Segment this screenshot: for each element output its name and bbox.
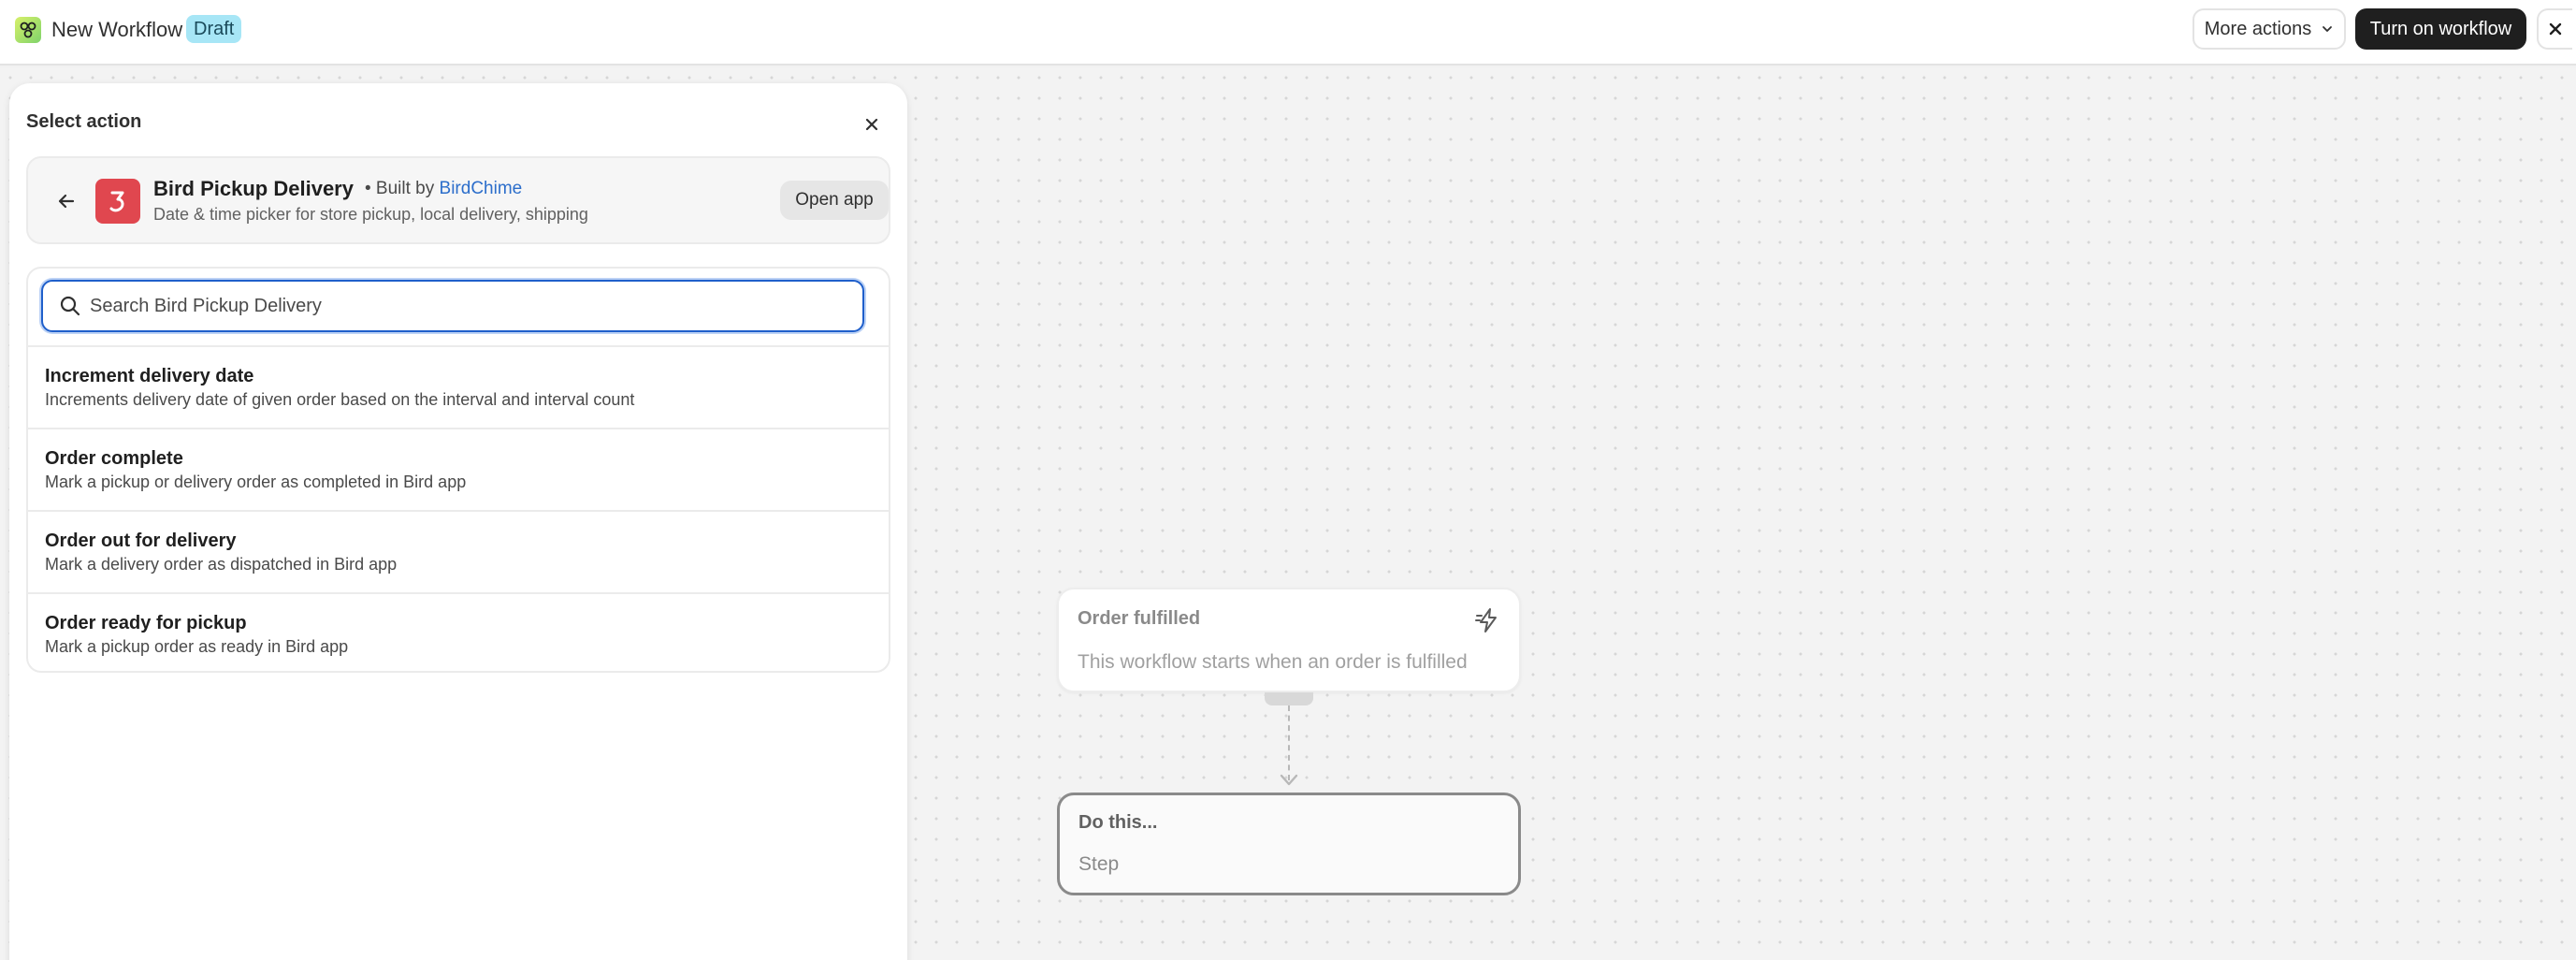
chevron-down-icon <box>2323 26 2333 32</box>
more-actions-label: More actions <box>2204 18 2312 39</box>
action-name: Order complete <box>45 448 183 469</box>
arrow-down-icon <box>1280 774 1298 786</box>
step-subtitle: Step <box>1078 853 1120 875</box>
built-by: • Built by BirdChime <box>365 179 522 199</box>
bird-app-logo <box>95 179 140 224</box>
action-description: Mark a pickup or delivery order as compl… <box>45 473 467 491</box>
list-item[interactable]: Order ready for pickup Mark a pickup ord… <box>28 592 889 671</box>
app-name: Bird Pickup Delivery <box>153 177 354 200</box>
action-name: Order out for delivery <box>45 531 237 551</box>
actions-list: Increment delivery date Increments deliv… <box>26 267 890 673</box>
more-actions-button[interactable]: More actions <box>2192 8 2346 50</box>
arrow-left-icon <box>58 194 75 209</box>
workflow-title[interactable]: New Workflow <box>51 17 182 43</box>
close-icon <box>865 118 878 131</box>
status-badge: Draft <box>186 15 242 43</box>
panel-close-button[interactable] <box>861 113 883 136</box>
action-description: Mark a delivery order as dispatched in B… <box>45 555 398 574</box>
connector-handle[interactable] <box>1265 692 1313 705</box>
trigger-node[interactable]: Order fulfilled This workflow starts whe… <box>1057 588 1521 692</box>
action-description: Increments delivery date of given order … <box>45 390 635 409</box>
bolt-icon <box>1475 608 1497 633</box>
list-item[interactable]: Order out for delivery Mark a delivery o… <box>28 510 889 592</box>
back-button[interactable] <box>54 189 79 213</box>
connector-line <box>1288 705 1290 780</box>
step-node[interactable]: Do this... Step <box>1057 793 1521 895</box>
search-box[interactable] <box>41 280 864 332</box>
select-action-panel: Select action Bird Pickup Delivery • Bui… <box>9 83 907 960</box>
close-icon <box>2549 22 2562 36</box>
trigger-title: Order fulfilled <box>1078 608 1201 629</box>
trigger-description: This workflow starts when an order is fu… <box>1078 651 1468 673</box>
built-by-prefix: • Built by <box>365 179 435 198</box>
panel-title: Select action <box>26 111 142 132</box>
search-icon <box>60 296 80 316</box>
turn-on-workflow-button[interactable]: Turn on workflow <box>2355 8 2526 50</box>
step-title: Do this... <box>1078 812 1158 833</box>
app-card: Bird Pickup Delivery • Built by BirdChim… <box>26 156 890 244</box>
action-name: Order ready for pickup <box>45 613 247 633</box>
list-item[interactable]: Increment delivery date Increments deliv… <box>28 345 889 428</box>
app-description: Date & time picker for store pickup, loc… <box>153 205 588 224</box>
search-input[interactable] <box>90 291 838 321</box>
developer-link[interactable]: BirdChime <box>440 179 523 198</box>
action-name: Increment delivery date <box>45 366 254 386</box>
list-item[interactable]: Order complete Mark a pickup or delivery… <box>28 428 889 510</box>
open-app-button[interactable]: Open app <box>780 181 889 220</box>
close-workflow-button[interactable] <box>2537 8 2572 50</box>
top-bar: New Workflow Draft More actions Turn on … <box>0 0 2576 65</box>
workflow-app-icon <box>15 17 41 43</box>
action-description: Mark a pickup order as ready in Bird app <box>45 637 349 656</box>
